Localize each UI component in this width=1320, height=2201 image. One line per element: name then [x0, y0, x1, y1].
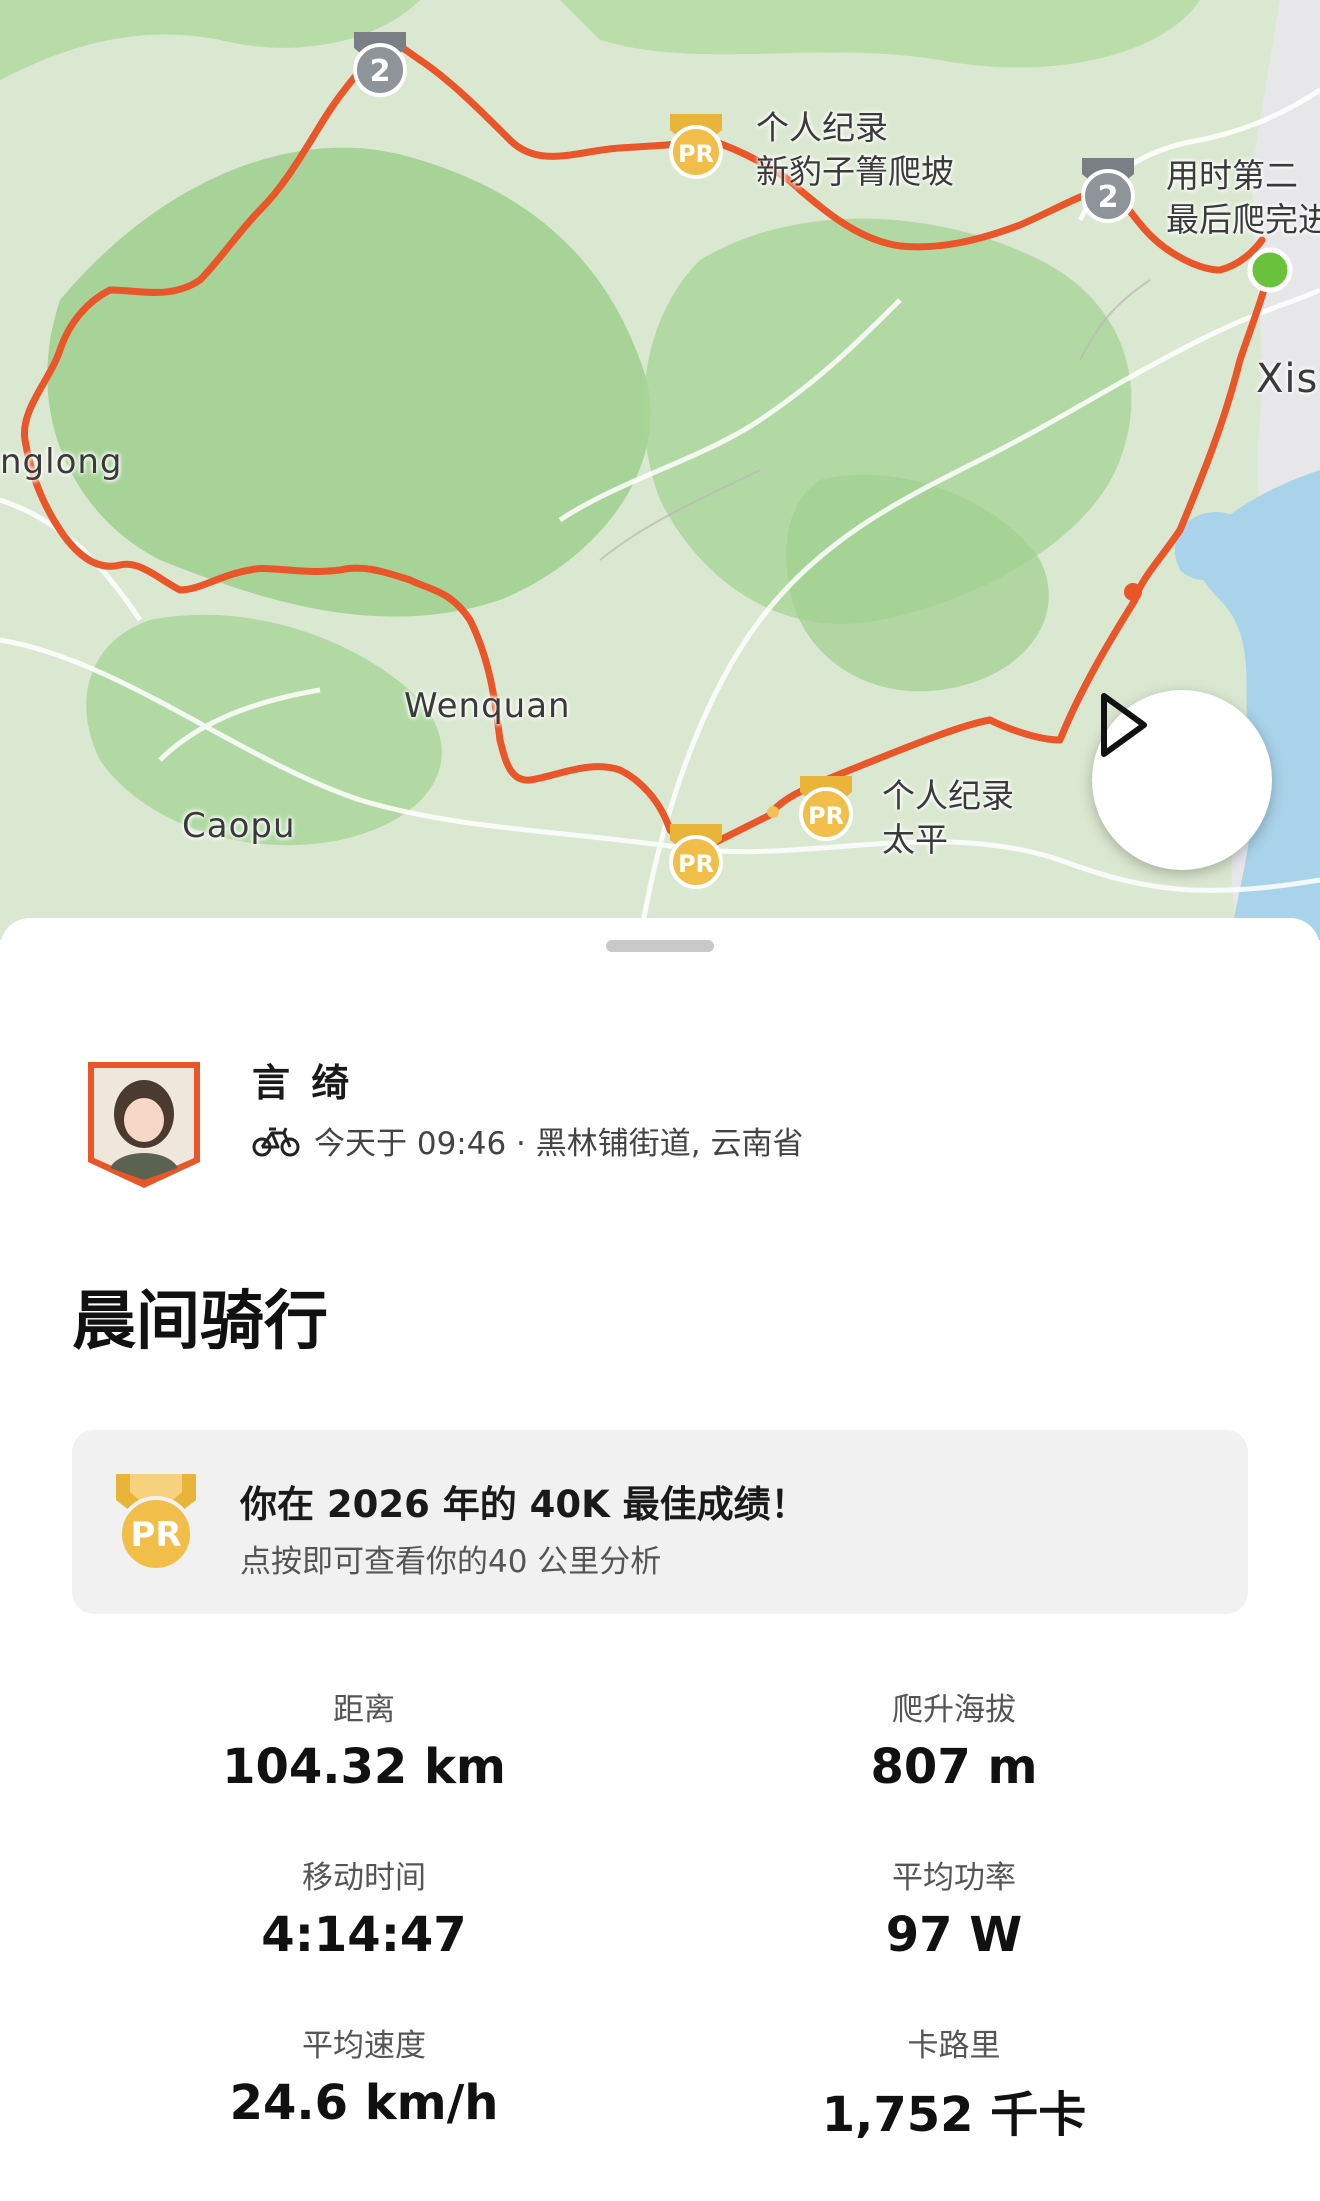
pr-icon: PR: [116, 1474, 196, 1572]
segment-label[interactable]: 个人纪录 太平: [882, 774, 1014, 862]
play-button[interactable]: [1092, 690, 1272, 870]
map-place-label: Xis: [1256, 356, 1319, 402]
map-place-label: Caopu: [182, 806, 296, 846]
pr-badge-icon[interactable]: PR: [794, 772, 858, 842]
pr-badge-icon[interactable]: PR: [664, 110, 728, 180]
rank-2-badge-icon[interactable]: 2: [348, 28, 412, 98]
stat-elevation-gain: 爬升海拔 807 m: [870, 1692, 1038, 1795]
stat-avg-speed: 平均速度 24.6 km/h: [229, 2028, 499, 2131]
svg-text:PR: PR: [130, 1515, 181, 1555]
map-place-label: Wenquan: [404, 686, 571, 726]
svg-text:2: 2: [1098, 180, 1119, 215]
sheet-drag-handle[interactable]: [606, 940, 714, 952]
rank-2-badge-icon[interactable]: 2: [1076, 154, 1140, 224]
start-marker: [1247, 247, 1293, 293]
pr-badge-icon[interactable]: PR: [664, 820, 728, 890]
stat-calories: 卡路里 1,752 千卡: [821, 2028, 1087, 2143]
map-place-label: nglong: [0, 442, 123, 482]
pr-banner-subtitle: 点按即可查看你的40 公里分析: [240, 1544, 662, 1580]
svg-text:PR: PR: [678, 850, 714, 878]
badge-top-left-text: 2: [370, 54, 391, 89]
pr-banner[interactable]: PR 你在 2026 年的 40K 最佳成绩！ 点按即可查看你的40 公里分析: [72, 1430, 1248, 1614]
bike-icon: [252, 1126, 300, 1156]
svg-text:PR: PR: [808, 802, 844, 830]
route-map[interactable]: 2 PR 2 PR PR nglong Wenquan Caopu Xis 个人…: [0, 0, 1320, 940]
activity-meta: 今天于 09:46 · 黑林铺街道, 云南省: [252, 1118, 803, 1163]
activity-time-location: 今天于 09:46 · 黑林铺街道, 云南省: [314, 1126, 804, 1162]
segment-label[interactable]: 个人纪录 新豹子箐爬坡: [756, 106, 954, 194]
athlete-name[interactable]: 言 绮: [252, 1052, 353, 1107]
play-icon: [1101, 693, 1147, 757]
svg-text:PR: PR: [678, 140, 714, 168]
stat-moving-time: 移动时间 4:14:47: [261, 1860, 467, 1963]
activity-title: 晨间骑行: [72, 1285, 328, 1359]
avatar[interactable]: [84, 1058, 204, 1190]
stat-distance: 距离 104.32 km: [222, 1692, 506, 1795]
route-point-marker: [1124, 583, 1142, 601]
pr-banner-title: 你在 2026 年的 40K 最佳成绩！: [240, 1483, 808, 1526]
stat-avg-power: 平均功率 97 W: [885, 1860, 1023, 1963]
activity-sheet: 言 绮 今天于 09:46 · 黑林铺街道, 云南省 晨间骑行 PR 你在 20…: [0, 918, 1320, 2201]
segment-label[interactable]: 用时第二 最后爬完进: [1166, 154, 1320, 242]
